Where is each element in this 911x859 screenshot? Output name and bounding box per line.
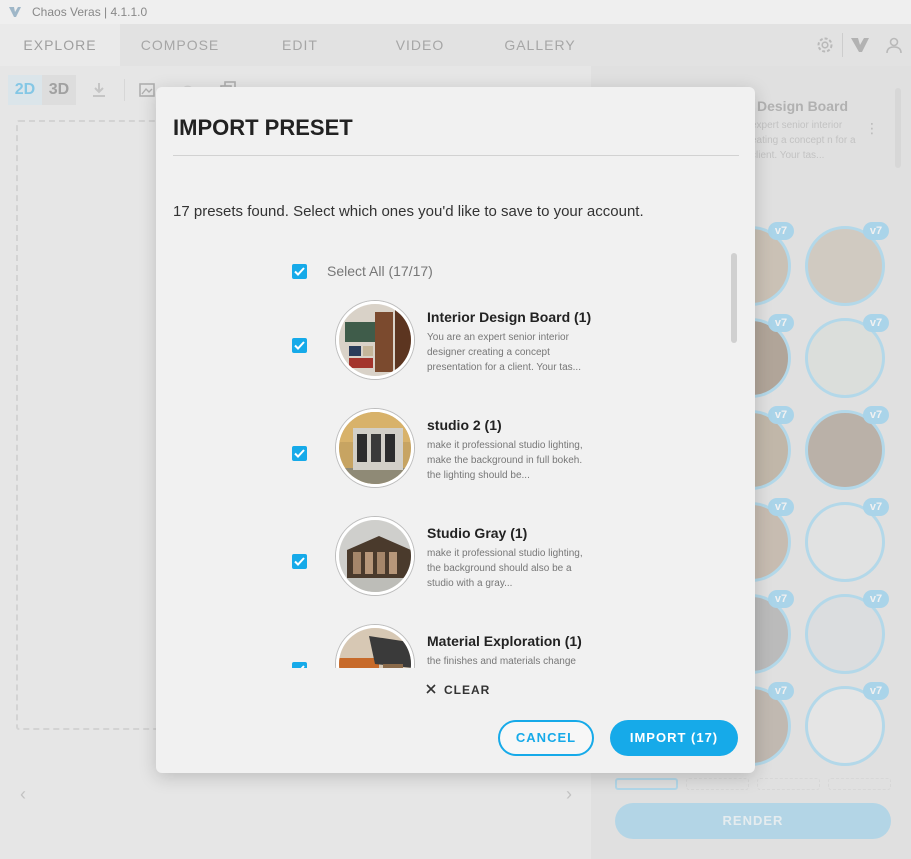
close-icon: [426, 683, 436, 697]
import-button[interactable]: IMPORT (17): [610, 720, 738, 756]
dialog-description: 17 presets found. Select which ones you'…: [173, 203, 644, 220]
check-icon: [300, 665, 305, 668]
preset-checkbox[interactable]: [292, 446, 307, 461]
preset-description: You are an expert senior interior design…: [427, 332, 581, 373]
clear-button[interactable]: CLEAR: [426, 683, 490, 697]
dialog-title: IMPORT PRESET: [173, 115, 353, 140]
preset-description: the finishes and materials change: [427, 656, 576, 667]
select-all-checkbox[interactable]: [292, 264, 307, 279]
preset-list: Select All (17/17) Interior Design Board…: [156, 247, 755, 668]
preset-name: Studio Gray (1): [427, 525, 528, 541]
clear-label: CLEAR: [444, 683, 491, 697]
list-scrollbar[interactable]: [731, 253, 737, 343]
preset-name: Material Exploration (1): [427, 633, 582, 649]
preset-thumbnail: [336, 409, 414, 487]
check-icon: [294, 267, 305, 276]
preset-name: studio 2 (1): [427, 417, 502, 433]
check-icon: [294, 341, 305, 350]
preset-checkbox[interactable]: [292, 338, 307, 353]
dialog-divider: [173, 155, 739, 156]
check-icon: [294, 449, 305, 458]
cancel-button[interactable]: CANCEL: [498, 720, 594, 756]
title-bar: Chaos Veras | 4.1.1.0: [0, 0, 911, 24]
preset-name: Interior Design Board (1): [427, 309, 592, 325]
veras-logo-icon: [9, 7, 21, 17]
import-preset-dialog: IMPORT PRESET 17 presets found. Select w…: [156, 87, 755, 773]
preset-checkbox[interactable]: [292, 662, 307, 668]
window-title: Chaos Veras | 4.1.1.0: [32, 5, 148, 19]
preset-thumbnail: [336, 301, 414, 379]
select-all-label: Select All (17/17): [327, 263, 433, 279]
preset-thumbnail: [336, 625, 414, 668]
preset-description: make it professional studio lighting, ma…: [427, 440, 583, 481]
preset-checkbox[interactable]: [292, 554, 307, 569]
preset-description: make it professional studio lighting, th…: [427, 548, 583, 589]
check-icon: [294, 557, 305, 566]
preset-thumbnail: [336, 517, 414, 595]
